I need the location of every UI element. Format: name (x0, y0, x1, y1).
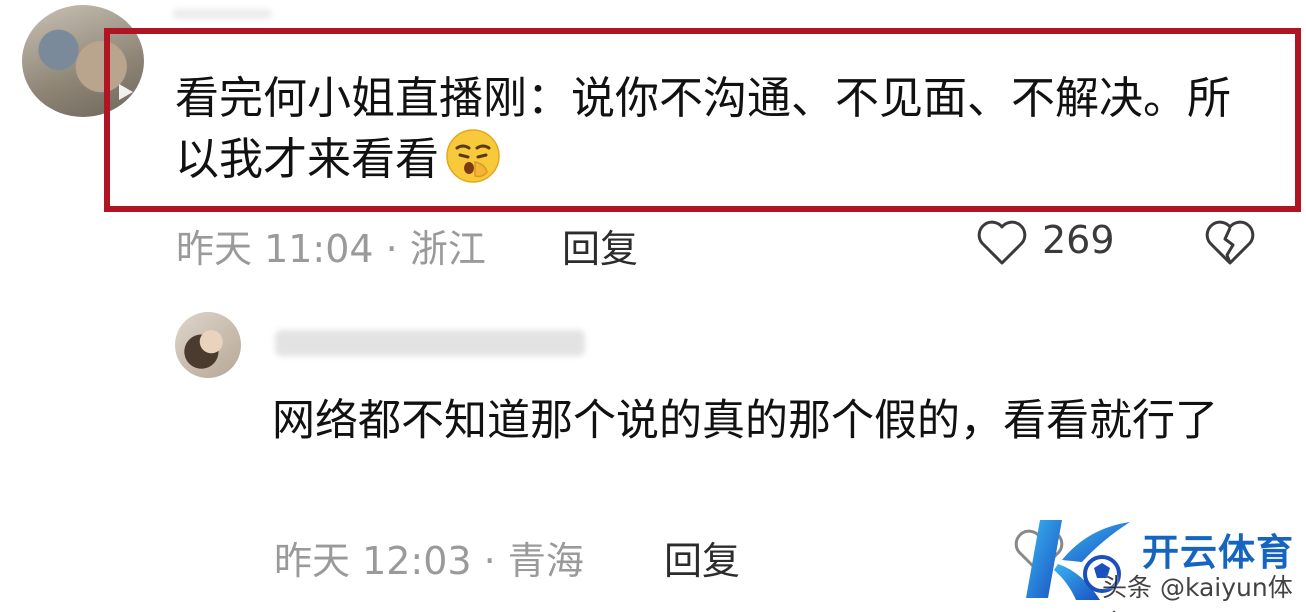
broken-heart-icon[interactable] (1203, 219, 1257, 267)
comment-meta: 昨天 12:03 · 青海 (274, 539, 584, 583)
username-blurred[interactable] (275, 330, 585, 356)
comment-meta: 昨天 11:04 · 浙江 (176, 227, 486, 271)
reply-button[interactable]: 回复 (562, 218, 638, 273)
user-avatar[interactable] (175, 312, 241, 378)
watermark: 开云体育 头条 @kaiyun体育 (1018, 510, 1306, 612)
heart-icon[interactable] (975, 219, 1029, 267)
watermark-subtitle: 头条 @kaiyun体育 (1102, 573, 1293, 612)
like-count: 269 (1042, 218, 1115, 262)
comment-text: 网络都不知道那个说的真的那个假的，看看就行了 (272, 396, 1218, 446)
reply-button[interactable]: 回复 (664, 530, 740, 585)
shush-face-emoji (446, 129, 500, 183)
comment-text: 看完何小姐直播刚：说你不沟通、不见面、不解决。所以我才来看看 (175, 73, 1231, 185)
username-blurred[interactable] (172, 9, 272, 19)
